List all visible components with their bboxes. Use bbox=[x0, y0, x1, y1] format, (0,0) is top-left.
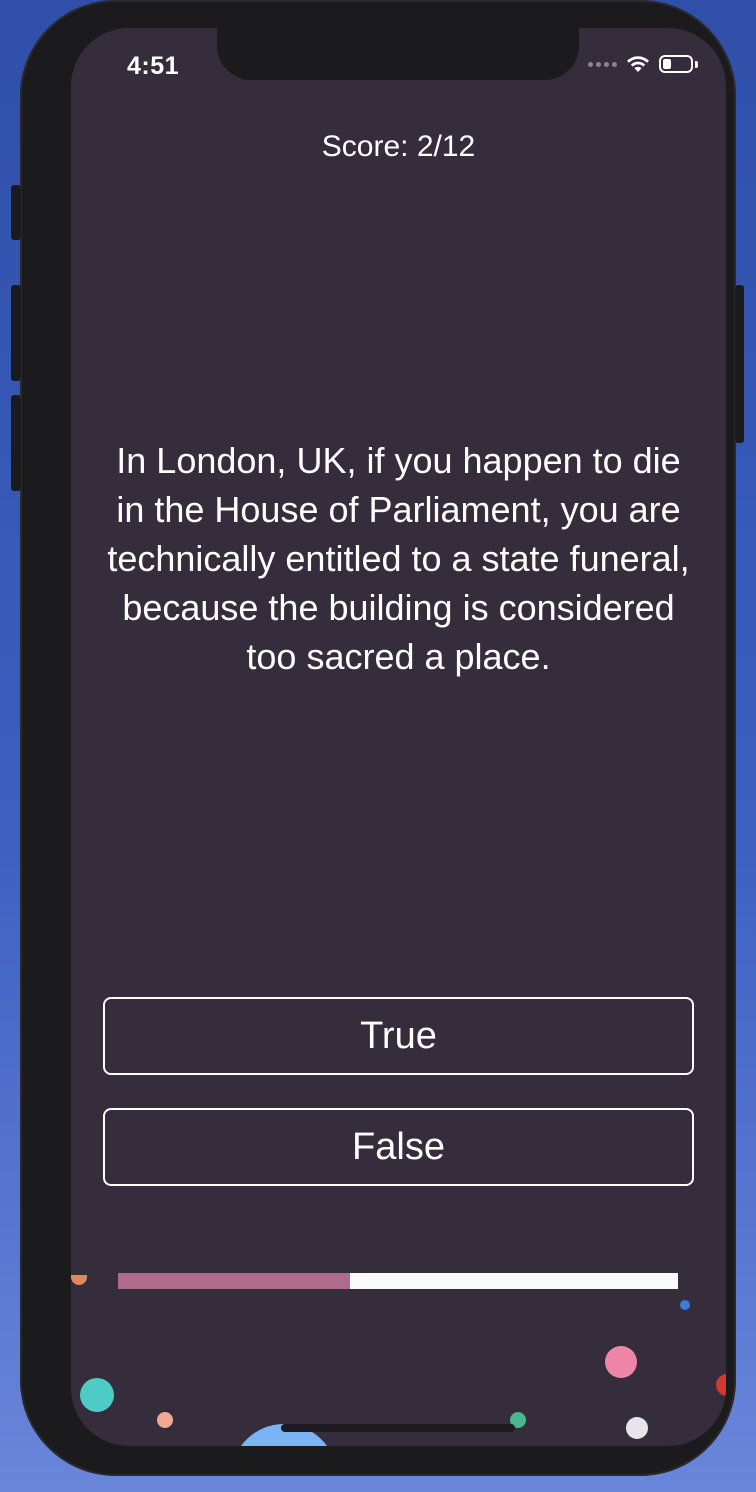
battery-icon bbox=[659, 55, 693, 73]
score-label: Score: 2/12 bbox=[321, 130, 476, 163]
confetti-dot bbox=[71, 1275, 87, 1285]
status-time: 4:51 bbox=[127, 52, 180, 80]
true-button[interactable]: True bbox=[103, 997, 694, 1075]
question-text: In London, UK, if you happen to die in t… bbox=[107, 440, 690, 677]
signal-icon bbox=[588, 61, 617, 67]
confetti-dot bbox=[626, 1417, 648, 1439]
confetti-dot bbox=[80, 1378, 114, 1412]
app-screen: 4:51 Score: 2/12 In London, UK, if you h… bbox=[71, 28, 726, 1446]
phone-frame: 4:51 Score: 2/12 In London, UK, if you h… bbox=[20, 0, 736, 1476]
progress-bar-fill bbox=[118, 1273, 351, 1289]
progress-bar bbox=[118, 1273, 678, 1289]
volume-down-button bbox=[11, 395, 21, 491]
device-notch bbox=[217, 28, 579, 80]
home-indicator[interactable] bbox=[281, 1424, 515, 1432]
confetti-dot bbox=[716, 1374, 726, 1396]
status-icons bbox=[588, 54, 698, 74]
mute-switch bbox=[11, 185, 21, 240]
volume-up-button bbox=[11, 285, 21, 381]
battery-tip bbox=[695, 60, 698, 68]
battery-level bbox=[663, 59, 671, 69]
confetti-dot bbox=[605, 1346, 637, 1378]
confetti-dot bbox=[680, 1300, 690, 1310]
wifi-icon bbox=[627, 56, 649, 72]
confetti-dot bbox=[157, 1412, 173, 1428]
power-button bbox=[735, 285, 744, 443]
false-button[interactable]: False bbox=[103, 1108, 694, 1186]
